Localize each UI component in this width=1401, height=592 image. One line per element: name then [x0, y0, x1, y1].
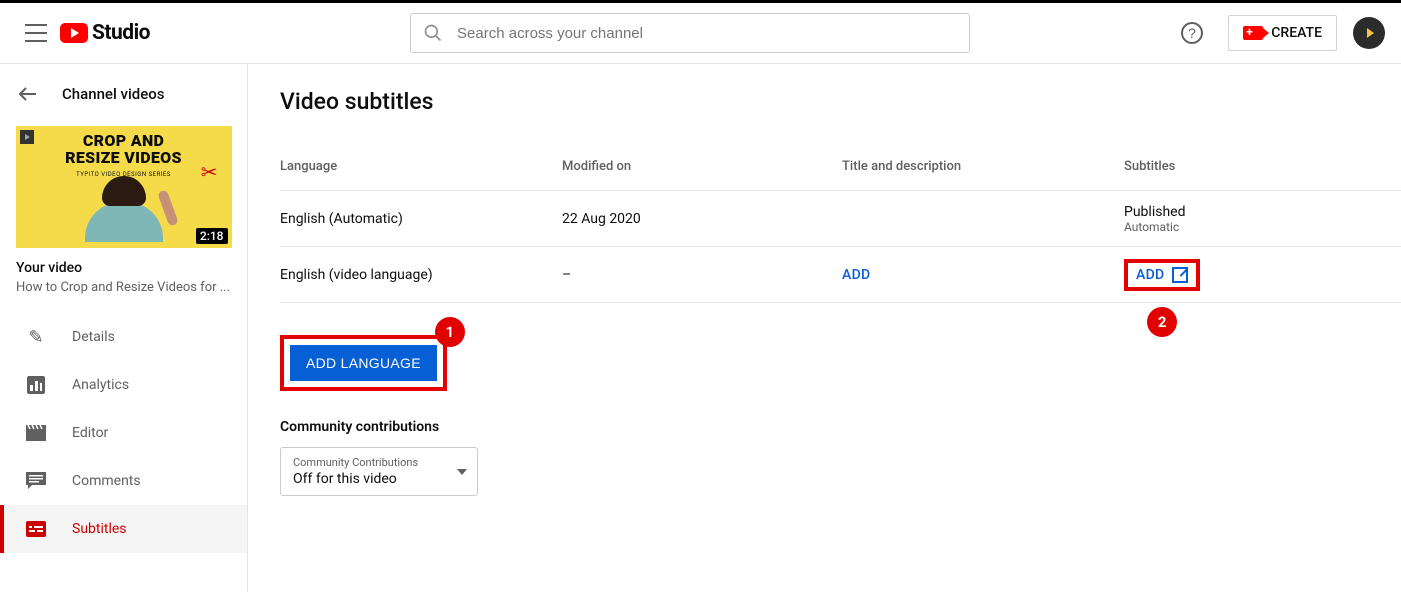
subtitles-icon	[24, 521, 48, 537]
add-language-highlight: ADD LANGUAGE 1	[280, 335, 447, 391]
nav-analytics-label: Analytics	[72, 377, 129, 393]
top-bar: Studio ? CREATE	[0, 0, 1401, 64]
help-icon: ?	[1180, 21, 1204, 45]
cell-language: English (video language)	[280, 267, 562, 283]
cell-modified: 22 Aug 2020	[562, 211, 842, 227]
community-section-label: Community contributions	[280, 419, 1401, 435]
page-title: Video subtitles	[280, 88, 1401, 115]
nav-subtitles-label: Subtitles	[72, 521, 127, 537]
search-icon	[423, 23, 443, 43]
nav-editor-label: Editor	[72, 425, 108, 441]
nav-comments[interactable]: Comments	[0, 457, 247, 505]
arrow-left-icon	[16, 82, 40, 106]
scissor-icon: ✂	[201, 160, 218, 184]
channel-videos-label: Channel videos	[62, 85, 164, 103]
add-subtitles-button[interactable]: ADD	[1136, 267, 1164, 283]
subtitles-table: Language Modified on Title and descripti…	[280, 143, 1401, 303]
cell-subtitles: Published Automatic	[1124, 204, 1401, 234]
nav-analytics[interactable]: Analytics	[0, 361, 247, 409]
youtube-studio-logo[interactable]: Studio	[60, 21, 150, 45]
cell-subtitles: ADD 2	[1124, 259, 1401, 291]
account-avatar[interactable]	[1353, 17, 1385, 49]
video-title: How to Crop and Resize Videos for ...	[16, 280, 231, 295]
back-button[interactable]	[16, 82, 40, 106]
create-label: CREATE	[1271, 25, 1322, 41]
col-header-modified: Modified on	[562, 159, 842, 174]
callout-1: 1	[435, 317, 465, 347]
sidebar: Channel videos CROP AND RESIZE VIDEOS TY…	[0, 64, 248, 592]
add-language-button[interactable]: ADD LANGUAGE	[290, 345, 437, 381]
main-content: Video subtitles Language Modified on Tit…	[248, 64, 1401, 592]
col-header-language: Language	[280, 159, 562, 174]
cell-language: English (Automatic)	[280, 211, 562, 227]
table-header-row: Language Modified on Title and descripti…	[280, 143, 1401, 191]
add-titledesc-button[interactable]: ADD	[842, 267, 870, 283]
cell-modified: –	[562, 267, 842, 283]
table-row[interactable]: English (Automatic) 22 Aug 2020 Publishe…	[280, 191, 1401, 247]
nav-details[interactable]: ✎ Details	[0, 313, 247, 361]
search-input[interactable]	[457, 25, 957, 42]
table-row[interactable]: English (video language) – ADD ADD 2	[280, 247, 1401, 303]
pencil-icon: ✎	[24, 327, 48, 348]
clapperboard-icon	[24, 425, 48, 441]
dropdown-value: Off for this video	[293, 471, 465, 487]
dropdown-field-label: Community Contributions	[293, 456, 465, 469]
hamburger-menu-button[interactable]	[16, 13, 56, 53]
community-dropdown[interactable]: Community Contributions Off for this vid…	[280, 447, 478, 496]
svg-text:?: ?	[1188, 25, 1196, 41]
chevron-down-icon	[457, 469, 467, 475]
thumb-duration: 2:18	[196, 228, 228, 244]
col-header-subtitles: Subtitles	[1124, 159, 1401, 174]
analytics-icon	[24, 376, 48, 394]
open-new-icon	[1172, 267, 1188, 283]
subtitle-note: Automatic	[1124, 220, 1401, 234]
col-header-titledesc: Title and description	[842, 159, 1124, 174]
create-button[interactable]: CREATE	[1228, 15, 1337, 51]
help-button[interactable]: ?	[1172, 13, 1212, 53]
community-section: Community contributions Community Contri…	[280, 419, 1401, 496]
comment-icon	[24, 472, 48, 490]
nav-comments-label: Comments	[72, 473, 141, 489]
subtitle-status: Published	[1124, 204, 1401, 220]
studio-wordmark: Studio	[92, 21, 150, 45]
nav-subtitles[interactable]: Subtitles	[0, 505, 247, 553]
add-subtitles-highlight: ADD 2	[1124, 259, 1200, 291]
your-video-label: Your video	[16, 260, 231, 276]
nav-details-label: Details	[72, 329, 115, 345]
search-box[interactable]	[410, 13, 970, 53]
nav-editor[interactable]: Editor	[0, 409, 247, 457]
video-thumbnail[interactable]: CROP AND RESIZE VIDEOS TYPITO VIDEO DESI…	[16, 126, 232, 248]
cell-titledesc: ADD	[842, 267, 1124, 283]
create-video-icon	[1243, 26, 1263, 40]
callout-2: 2	[1147, 307, 1177, 337]
thumb-person-illustration	[81, 176, 167, 248]
youtube-play-icon	[60, 23, 88, 43]
search-container	[410, 13, 970, 53]
